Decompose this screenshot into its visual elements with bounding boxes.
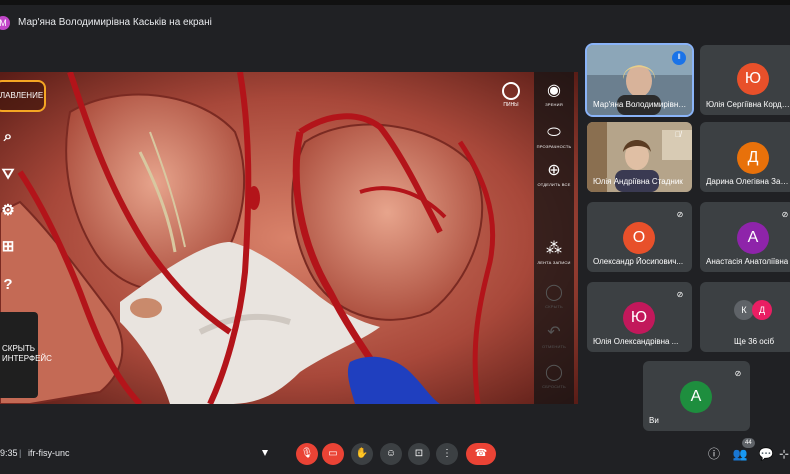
- participant-tile[interactable]: 🎙̸ Юлія Андріївна Стадник: [587, 122, 692, 192]
- participant-tile[interactable]: Ю ⊘ Юлія Олександрівна ...: [587, 282, 692, 352]
- presenter-avatar: M: [0, 16, 10, 30]
- top-bar: M Мар'яна Володимирівна Каськів на екран…: [0, 0, 790, 36]
- dissect-icon: ⁂: [546, 240, 562, 257]
- reset-tool[interactable]: ◯ СБРОСИТЬ: [534, 364, 574, 389]
- mic-off-icon: ⊘: [676, 290, 684, 299]
- participant-name: Мар'яна Володимирівна ...: [593, 100, 687, 109]
- participant-tile[interactable]: А ⊘ Анастасія Анатоліївна: [700, 202, 790, 272]
- mouse-cursor-icon: [262, 450, 268, 456]
- participant-name: Анастасія Анатоліївна: [706, 257, 789, 266]
- activities-icon[interactable]: ⊹: [776, 446, 790, 462]
- hide-label: СКРЫТЬ: [545, 304, 563, 309]
- filter-icon[interactable]: ⛛: [0, 166, 16, 184]
- pins-label: ПИНЫ: [503, 102, 519, 108]
- transparency-icon: ⬭: [547, 124, 561, 141]
- vision-tool[interactable]: ◉ ЗРЕНИЯ: [534, 82, 574, 107]
- avatar: А: [737, 222, 769, 254]
- presenter-label: Мар'яна Володимирівна Каськів на екрані: [18, 17, 212, 28]
- hide-tool[interactable]: ◯ СКРЫТЬ: [534, 284, 574, 309]
- pins-button[interactable]: ПИНЫ: [500, 82, 522, 108]
- clock: 9:35: [0, 448, 18, 458]
- people-icon[interactable]: 👥: [732, 446, 748, 462]
- participant-name: Юлія Олександрівна ...: [593, 337, 679, 346]
- participant-tile[interactable]: Д Дарина Олегівна Заславець: [700, 122, 790, 192]
- avatar: А: [680, 381, 712, 413]
- participant-name: Дарина Олегівна Заславець: [706, 177, 790, 186]
- anatomy-left-toolbar: ГЛАВЛЕНИЕ ⌕ ⛛ ⚙ ⊞ ? СКРЫТЬ ИНТЕРФЕЙС: [0, 72, 52, 404]
- present-icon[interactable]: ⊡: [408, 443, 430, 465]
- contents-button[interactable]: ГЛАВЛЕНИЕ: [0, 80, 46, 112]
- add-icon[interactable]: ⊞: [0, 238, 16, 256]
- dissect-label: ЛЕНТА ЗАПИСИ: [537, 260, 571, 265]
- mic-off-icon: ⊘: [781, 210, 789, 219]
- isolate-tool[interactable]: ⊕ ОТДЕЛИТЬ ВСЕ: [534, 162, 574, 187]
- speaking-icon: ⦀: [672, 51, 686, 65]
- undo-icon: ↶: [547, 324, 561, 341]
- participant-tile[interactable]: О ⊘ Олександр Йосипович...: [587, 202, 692, 272]
- isolate-label: ОТДЕЛИТЬ ВСЕ: [537, 182, 571, 187]
- transparency-label: ПРОЗРАЧНОСТЬ: [536, 144, 572, 149]
- avatar: Д: [737, 142, 769, 174]
- participant-name: Юлія Андріївна Стадник: [593, 177, 683, 186]
- separator: |: [19, 448, 22, 458]
- shared-screen[interactable]: ГЛАВЛЕНИЕ ⌕ ⛛ ⚙ ⊞ ? СКРЫТЬ ИНТЕРФЕЙС ПИН…: [0, 72, 578, 404]
- more-icon[interactable]: ⋮: [436, 443, 458, 465]
- eye-icon: ◉: [547, 82, 561, 99]
- pin-icon: [502, 82, 520, 100]
- avatar: Ю: [737, 63, 769, 95]
- avatar: Д: [752, 300, 772, 320]
- participant-tile[interactable]: Ю Юлія Сергіївна Кордиш: [700, 45, 790, 115]
- mic-off-icon: ⊘: [734, 369, 742, 378]
- emoji-icon[interactable]: ☺: [380, 443, 402, 465]
- meeting-code: ifr-fisy-unc: [28, 448, 70, 458]
- meet-window: M Мар'яна Володимирівна Каськів на екран…: [0, 0, 790, 474]
- search-icon[interactable]: ⌕: [0, 128, 16, 146]
- avatar: К: [734, 300, 754, 320]
- anatomy-3d-view[interactable]: [0, 72, 578, 404]
- anatomy-right-toolbar: ◉ ЗРЕНИЯ ⬭ ПРОЗРАЧНОСТЬ ⊕ ОТДЕЛИТЬ ВСЕ ⁂…: [534, 72, 574, 404]
- dissect-tool[interactable]: ⁂ ЛЕНТА ЗАПИСИ: [534, 240, 574, 265]
- info-icon[interactable]: ⓘ: [706, 446, 722, 462]
- gear-icon[interactable]: ⚙: [0, 202, 16, 220]
- mic-off-icon[interactable]: 🎙: [296, 443, 318, 465]
- camera-off-icon[interactable]: ▭: [322, 443, 344, 465]
- participant-name: Ви: [649, 416, 659, 425]
- avatar: Ю: [623, 302, 655, 334]
- undo-label: ОТМЕНИТЬ: [542, 344, 566, 349]
- isolate-icon: ⊕: [547, 162, 561, 179]
- hang-up-icon[interactable]: ☎: [466, 443, 496, 465]
- window-strip: [0, 0, 790, 5]
- reset-label: СБРОСИТЬ: [542, 384, 566, 389]
- bottom-bar: 9:35 | ifr-fisy-unc 🎙 ▭ ✋ ☺ ⊡ ⋮ ☎ ⓘ 👥 44…: [0, 434, 790, 474]
- avatar: О: [623, 222, 655, 254]
- self-tile[interactable]: А ⊘ Ви: [643, 361, 750, 431]
- chat-icon[interactable]: 💬: [758, 446, 774, 462]
- more-participants-label: Ще 36 осіб: [734, 337, 775, 346]
- raise-hand-icon[interactable]: ✋: [351, 443, 373, 465]
- mic-off-icon: 🎙̸: [675, 130, 681, 139]
- hide-interface-button[interactable]: СКРЫТЬ ИНТЕРФЕЙС: [0, 312, 52, 398]
- participant-name: Олександр Йосипович...: [593, 257, 684, 266]
- reset-icon: ◯: [545, 364, 563, 381]
- more-participants-tile[interactable]: К Д Ще 36 осіб: [700, 282, 790, 352]
- mic-off-icon: ⊘: [676, 210, 684, 219]
- help-icon[interactable]: ?: [0, 276, 16, 294]
- vision-label: ЗРЕНИЯ: [545, 102, 563, 107]
- participant-count-badge: 44: [742, 438, 755, 448]
- hide-icon: ◯: [545, 284, 563, 301]
- transparency-tool[interactable]: ⬭ ПРОЗРАЧНОСТЬ: [534, 124, 574, 149]
- participant-tile-presenter[interactable]: ⦀ Мар'яна Володимирівна ...: [585, 43, 694, 117]
- participant-name: Юлія Сергіївна Кордиш: [706, 100, 790, 109]
- undo-tool[interactable]: ↶ ОТМЕНИТЬ: [534, 324, 574, 349]
